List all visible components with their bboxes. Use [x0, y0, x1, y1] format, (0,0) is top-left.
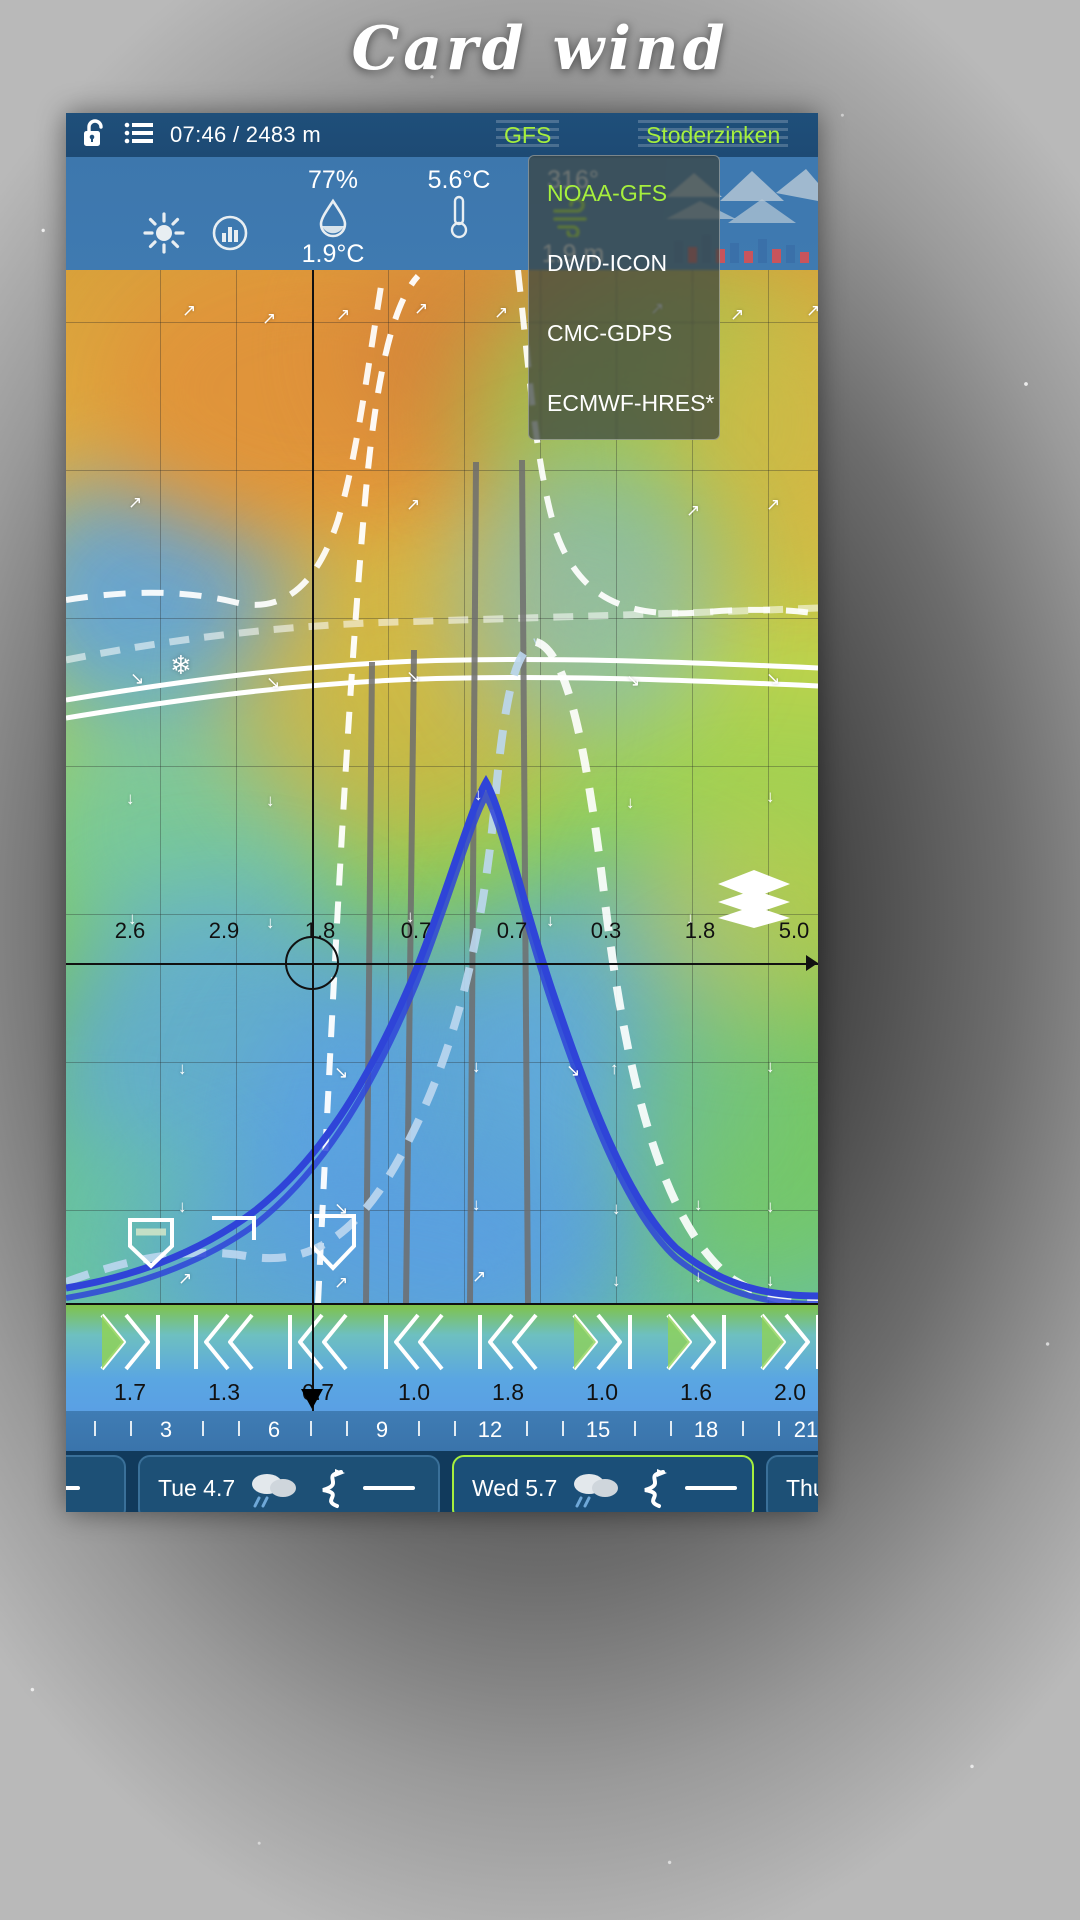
snow-level-icon: ❄ [170, 650, 192, 680]
y-axis-tick-4-5km: 4.5 km [66, 354, 68, 429]
weather-model-dropdown[interactable]: NOAA-GFS DWD-ICON CMC-GDPS ECMWF-HRES* [528, 155, 720, 440]
model-option-dwd-icon[interactable]: DWD-ICON [547, 250, 667, 277]
layers-stack-icon[interactable] [716, 868, 792, 935]
forecast-day-card-thu[interactable]: Thu 6.7 [766, 1455, 818, 1512]
model-option-noaa-gfs[interactable]: NOAA-GFS [547, 180, 667, 207]
hamburger-menu-icon[interactable] [124, 121, 154, 150]
surface-wind-value-5: 1.0 [586, 1379, 618, 1405]
info-cell-sun[interactable] [128, 211, 200, 255]
forecast-day-label-thu: Thu 6.7 [786, 1474, 818, 1501]
wind-chevron-7 [754, 1313, 818, 1376]
app-screenshot: 07:46 / 2483 m GFS Stoderzinken 77% 1.9°… [66, 113, 818, 1512]
forecast-day-card-tue[interactable]: Tue 4.7 [138, 1455, 440, 1512]
wind-dash-icon-wed [685, 1486, 738, 1490]
wind-chevron-4 [472, 1313, 544, 1376]
y-axis-tick-2-0km: 2.0 km [66, 1094, 68, 1169]
unlocked-padlock-icon[interactable] [82, 118, 108, 153]
wind-row-value-2: 1.8 [304, 918, 336, 943]
forecast-day-label-wed: Wed 5.7 [472, 1474, 558, 1501]
surface-wind-value-0: 1.7 [114, 1379, 146, 1405]
sun-icon [128, 211, 200, 255]
wind-chevron-1 [188, 1313, 260, 1376]
now-marker-arrow [301, 1389, 323, 1409]
wind-row-value-0: 2.6 [114, 918, 146, 943]
forecast-day-card-prev[interactable] [66, 1455, 126, 1512]
surface-wind-strip[interactable]: 1.7 1.3 0.7 1.0 1.8 1.0 1.6 2.0 [66, 1303, 818, 1411]
time-tick-9: 9 [375, 1417, 389, 1442]
wind-chevron-6 [660, 1313, 732, 1376]
forecast-weather-icons-wed [571, 1466, 673, 1510]
time-tick-21: 21 [793, 1417, 818, 1442]
wind-row-value-3: 0.7 [400, 918, 432, 943]
time-tick-12: 12 [477, 1417, 503, 1442]
app-bar: 07:46 / 2483 m GFS Stoderzinken [66, 113, 818, 157]
wind-dash-icon [66, 1486, 80, 1490]
signal-bars-icon [194, 211, 266, 255]
surface-wind-value-6: 1.6 [680, 1379, 712, 1405]
wind-chevron-2 [282, 1313, 354, 1376]
time-cursor-line[interactable] [312, 270, 314, 1303]
wind-chevron-0 [94, 1313, 166, 1376]
wind-row-value-5: 0.3 [590, 918, 622, 943]
model-option-cmc-gdps[interactable]: CMC-GDPS [547, 320, 672, 347]
surface-wind-value-1: 1.3 [208, 1379, 240, 1405]
weather-model-chip-label: GFS [504, 121, 552, 148]
time-axis[interactable]: 3 6 9 12 15 18 21 [66, 1389, 818, 1451]
humidity-dewpoint: 1.9°C [301, 240, 365, 268]
wind-dash-icon-tue [363, 1486, 416, 1490]
y-axis-tick-3-5km: 3.5 km [66, 650, 68, 725]
wind-row-value-1: 2.9 [208, 918, 240, 943]
time-tick-15: 15 [585, 1417, 611, 1442]
location-chip-label: Stoderzinken [646, 121, 781, 148]
wind-chevron-3 [378, 1313, 450, 1376]
y-axis-tick-1-5km: 1.5 km [66, 1242, 68, 1303]
time-tick-18: 18 [693, 1417, 719, 1442]
y-axis-tick-4-0km: 4.0 km [66, 502, 68, 577]
wind-value-row [66, 963, 818, 965]
rain-cloud-icon [574, 1474, 619, 1508]
clock-altitude-label: 07:46 / 2483 m [170, 122, 321, 147]
wind-row-value-6: 1.8 [684, 918, 716, 943]
forecast-day-card-wed[interactable]: Wed 5.7 [452, 1455, 754, 1512]
location-chip[interactable]: Stoderzinken [638, 118, 789, 153]
thermal-squiggle-icon [644, 1469, 668, 1508]
time-tick-6: 6 [267, 1417, 281, 1442]
y-axis-tick-3-0km: 3.0 km [66, 798, 68, 873]
surface-wind-value-7: 2.0 [774, 1379, 806, 1405]
time-tick-3: 3 [159, 1417, 173, 1442]
wind-chevron-5 [566, 1313, 638, 1376]
info-cell-signal[interactable] [194, 211, 266, 255]
weather-model-chip[interactable]: GFS [496, 118, 560, 153]
surface-wind-value-4: 1.8 [492, 1379, 524, 1405]
model-option-ecmwf-hres[interactable]: ECMWF-HRES* [547, 390, 714, 417]
forecast-day-label-tue: Tue 4.7 [158, 1474, 236, 1501]
thermal-squiggle-icon [322, 1469, 346, 1508]
forecast-day-strip[interactable]: Tue 4.7 Wed 5.7 Th [66, 1451, 818, 1512]
rain-cloud-icon [252, 1474, 297, 1508]
wind-row-value-4: 0.7 [496, 918, 528, 943]
surface-wind-value-3: 1.0 [398, 1379, 430, 1405]
y-axis-tick-2-5km: 2.5 km [66, 946, 68, 1021]
forecast-weather-icons-tue [249, 1466, 351, 1510]
page-title: Card wind [351, 14, 729, 84]
